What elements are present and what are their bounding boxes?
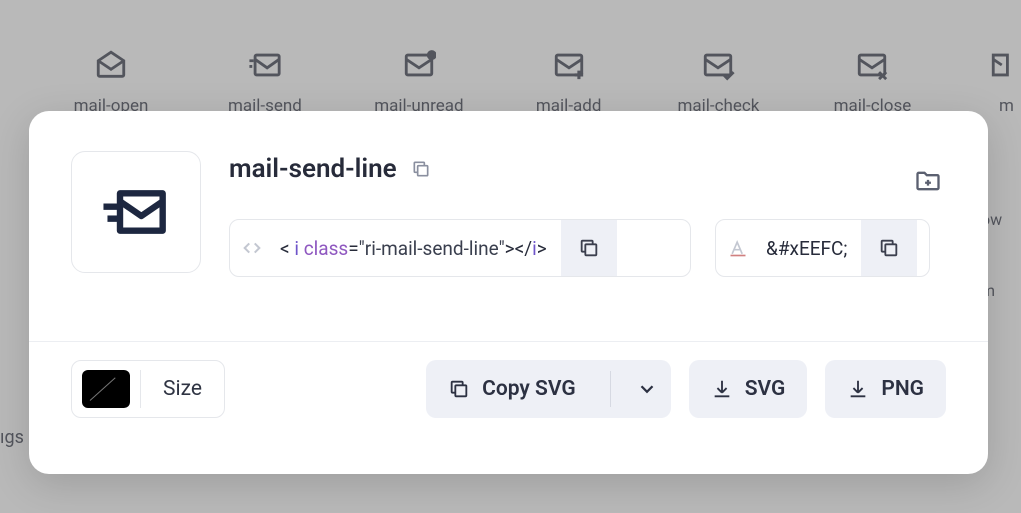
- copy-class-button[interactable]: [561, 220, 617, 276]
- download-icon: [711, 378, 733, 400]
- chevron-down-icon: [636, 378, 658, 400]
- download-png-label: PNG: [881, 377, 924, 401]
- copy-unicode-button[interactable]: [861, 220, 917, 276]
- color-swatch[interactable]: [82, 370, 130, 408]
- font-icon: [716, 238, 760, 258]
- unicode-snippet-text[interactable]: &#xEEFC;: [760, 237, 861, 260]
- download-svg-button[interactable]: SVG: [689, 360, 808, 418]
- customize-group: Size: [71, 360, 225, 418]
- folder-add-icon: [914, 167, 942, 195]
- copy-svg-dropdown[interactable]: [623, 360, 671, 418]
- code-icon: [230, 237, 274, 259]
- class-snippet-box: < i class="ri-mail-send-line"></i>: [229, 219, 691, 277]
- size-button[interactable]: Size: [141, 377, 224, 401]
- icon-preview: [71, 151, 201, 273]
- copy-icon: [411, 159, 431, 179]
- icon-detail-modal: mail-send-line < i class="ri-mail-send-l…: [29, 111, 988, 474]
- copy-svg-button[interactable]: Copy SVG: [426, 360, 671, 418]
- copy-icon: [448, 378, 470, 400]
- add-to-collection-button[interactable]: [914, 167, 942, 199]
- class-snippet-text[interactable]: < i class="ri-mail-send-line"></i>: [274, 237, 561, 260]
- download-icon: [847, 378, 869, 400]
- download-png-button[interactable]: PNG: [825, 360, 946, 418]
- download-svg-label: SVG: [745, 377, 786, 401]
- icon-title: mail-send-line: [229, 154, 397, 184]
- mail-send-line-icon: [101, 180, 171, 244]
- copy-name-button[interactable]: [411, 159, 431, 179]
- copy-svg-label: Copy SVG: [482, 377, 576, 401]
- copy-icon: [578, 237, 600, 259]
- copy-icon: [878, 237, 900, 259]
- unicode-snippet-box: &#xEEFC;: [715, 219, 930, 277]
